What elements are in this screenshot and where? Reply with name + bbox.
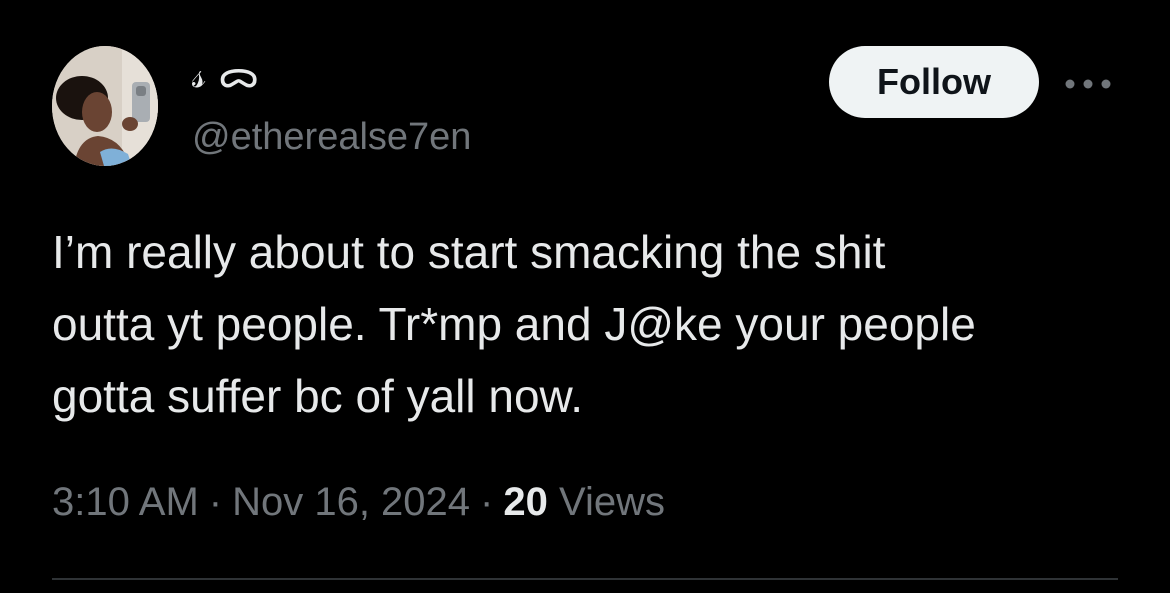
tweet-meta: 3:10 AM · Nov 16, 2024 · 20 Views bbox=[52, 476, 665, 528]
tweet-date[interactable]: Nov 16, 2024 bbox=[232, 480, 470, 524]
avatar-image bbox=[52, 46, 158, 166]
more-horizontal-icon bbox=[1065, 79, 1111, 89]
author-display-name[interactable]: 𝓈 ᯅ bbox=[192, 52, 259, 96]
views-count: 20 bbox=[503, 480, 548, 524]
views-label: Views bbox=[559, 480, 665, 524]
author-handle[interactable]: @etherealse7en bbox=[192, 114, 471, 160]
meta-separator: · bbox=[480, 480, 494, 524]
tweet-card: 𝓈 ᯅ @etherealse7en Follow I’m really abo… bbox=[0, 0, 1170, 593]
tweet-time[interactable]: 3:10 AM bbox=[52, 480, 199, 524]
more-options-button[interactable] bbox=[1060, 64, 1116, 104]
avatar[interactable] bbox=[52, 46, 158, 166]
tweet-text: I’m really about to start smacking the s… bbox=[52, 226, 976, 422]
meta-separator: · bbox=[208, 480, 223, 524]
divider bbox=[52, 578, 1118, 580]
follow-button[interactable]: Follow bbox=[829, 46, 1039, 118]
